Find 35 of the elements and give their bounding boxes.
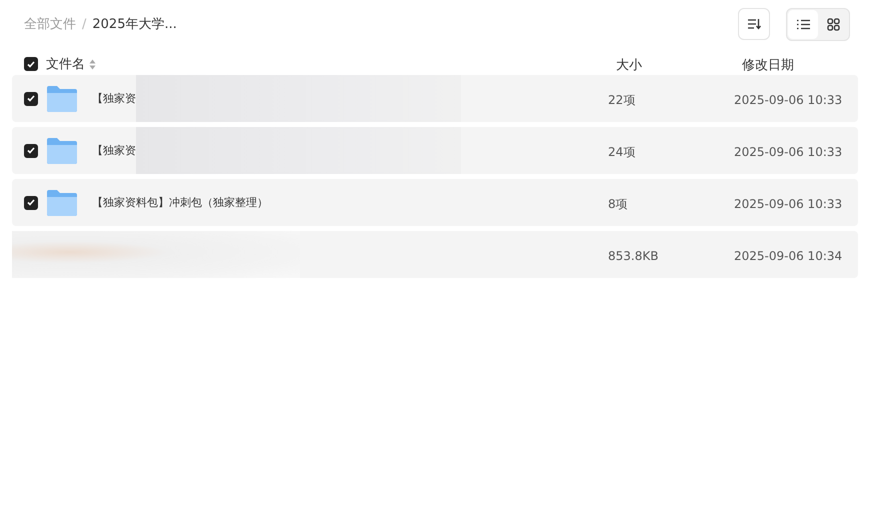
- check-icon: [27, 95, 35, 102]
- modified-date: 2025-09-06 10:34: [734, 249, 842, 263]
- file-name[interactable]: 【独家资: [92, 91, 136, 106]
- modified-date: 2025-09-06 10:33: [734, 197, 842, 211]
- file-size: 853.8KB: [608, 249, 658, 263]
- sort-button[interactable]: [738, 8, 770, 40]
- folder-icon: [47, 138, 77, 164]
- column-header[interactable]: 修改日期: [742, 58, 794, 73]
- list-view-button[interactable]: [788, 10, 818, 38]
- modified-date: 2025-09-06 10:33: [734, 93, 842, 107]
- file-name[interactable]: 【独家资: [92, 143, 136, 158]
- file-row[interactable]: 【独家资 22项 2025-09-06 10:33: [12, 75, 858, 122]
- folder-icon: [47, 86, 77, 112]
- folder-icon: [47, 190, 77, 216]
- breadcrumb-separator: /: [82, 16, 86, 32]
- check-icon: [27, 199, 35, 206]
- file-row[interactable]: 【独家资料包】冲刺包（独家整理） 8项 2025-09-06 10:33: [12, 179, 858, 226]
- column-header[interactable]: 文件名: [46, 55, 85, 73]
- file-size: 22项: [608, 92, 636, 106]
- checkbox[interactable]: [24, 92, 38, 106]
- checkbox[interactable]: [24, 196, 38, 210]
- grid-icon: [826, 18, 840, 30]
- check-icon: [27, 147, 35, 154]
- file-row[interactable]: 【独家资 24项 2025-09-06 10:33: [12, 127, 858, 174]
- modified-date: 2025-09-06 10:33: [734, 145, 842, 159]
- column-header[interactable]: 大小: [616, 58, 642, 73]
- check-icon: [27, 60, 35, 68]
- file-row[interactable]: 853.8KB 2025-09-06 10:34: [12, 231, 858, 278]
- file-size: 24项: [608, 144, 636, 158]
- list-icon: [796, 18, 810, 30]
- checkbox[interactable]: [24, 57, 38, 71]
- checkbox[interactable]: [24, 144, 38, 158]
- file-name[interactable]: 【独家资料包】冲刺包（独家整理）: [92, 195, 268, 210]
- sort-icon: [747, 18, 761, 30]
- file-size: 8项: [608, 196, 628, 210]
